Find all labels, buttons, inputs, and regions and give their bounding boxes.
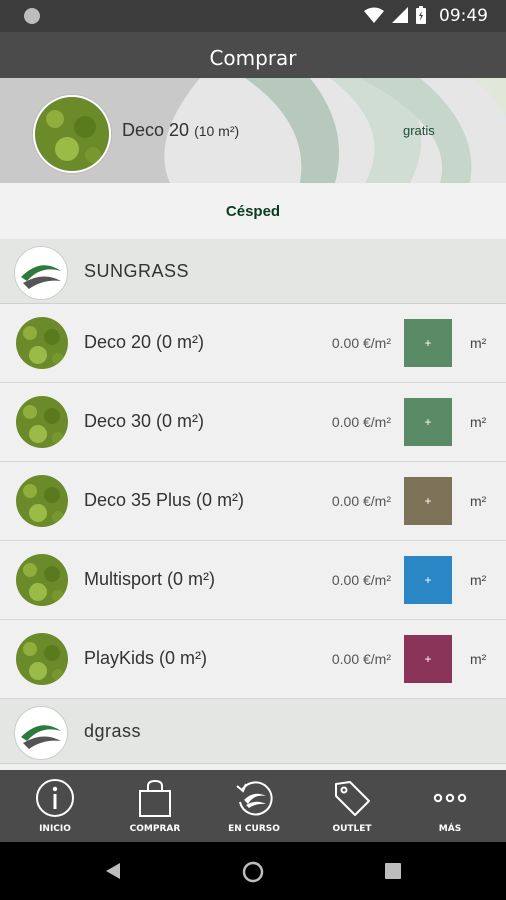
add-button[interactable]: + (404, 477, 452, 525)
product-thumbnail (16, 396, 68, 448)
product-unit: m² (470, 572, 487, 588)
add-button[interactable]: + (404, 319, 452, 367)
app-bar: Comprar (0, 32, 506, 78)
product-row: Deco 20 (0 m²) 0.00 €/m² + m² (0, 304, 506, 383)
product-row: Deco 35 Plus (0 m²) 0.00 €/m² + m² (0, 462, 506, 541)
product-thumbnail (33, 95, 111, 173)
wifi-icon (364, 7, 384, 23)
tab-label: COMPRAR (129, 824, 181, 834)
brand-header-dgrass[interactable]: dgrass (0, 699, 506, 764)
tab-mas[interactable]: MÁS (400, 770, 500, 842)
page-title: Comprar (209, 46, 297, 70)
tab-en-curso[interactable]: EN CURSO (204, 770, 304, 842)
tab-comprar[interactable]: COMPRAR (105, 770, 205, 842)
category-label: Césped (225, 203, 281, 220)
banner-price-note: gratis (403, 123, 435, 138)
clock: 09:49 (439, 6, 488, 26)
product-label: Multisport (0 m²) (84, 569, 216, 589)
shopping-bag-icon (139, 779, 171, 817)
banner-product-area: (10 m²) (194, 123, 240, 139)
signal-icon (392, 7, 408, 23)
product-label: Deco 20 (0 m²) (84, 332, 205, 352)
system-nav-bar (0, 842, 506, 900)
product-price: 0.00 €/m² (331, 651, 391, 667)
bottom-tab-bar: INICIO COMPRAR EN CURSO OUTLET MÁS (0, 770, 506, 842)
tab-outlet[interactable]: OUTLET (302, 770, 402, 842)
category-header[interactable]: Césped (0, 183, 506, 239)
brand-logo-icon (14, 706, 68, 760)
tab-label: EN CURSO (228, 824, 280, 834)
info-icon (36, 779, 74, 817)
brand-name: dgrass (84, 721, 142, 741)
product-row: Multisport (0 m²) 0.00 €/m² + m² (0, 541, 506, 620)
add-button[interactable]: + (404, 398, 452, 446)
product-label: PlayKids (0 m²) (84, 648, 208, 668)
product-unit: m² (470, 651, 487, 667)
product-unit: m² (470, 414, 487, 430)
tab-label: OUTLET (332, 824, 372, 834)
product-unit: m² (470, 493, 487, 509)
in-progress-icon (236, 781, 273, 816)
product-row: Deco 30 (0 m²) 0.00 €/m² + m² (0, 383, 506, 462)
product-price: 0.00 €/m² (331, 572, 391, 588)
banner-product-name: Deco 20 (122, 120, 190, 140)
status-bar: 09:49 (0, 0, 506, 32)
product-label: Deco 35 Plus (0 m²) (84, 490, 245, 510)
product-price: 0.00 €/m² (331, 493, 391, 509)
product-thumbnail (16, 317, 68, 369)
back-icon[interactable] (104, 862, 122, 880)
home-icon[interactable] (242, 861, 264, 883)
tab-inicio[interactable]: INICIO (5, 770, 105, 842)
product-price: 0.00 €/m² (331, 414, 391, 430)
brand-name: SUNGRASS (84, 261, 190, 281)
brand-logo-icon (14, 246, 68, 300)
battery-icon (416, 6, 426, 24)
more-dots-icon (433, 793, 467, 803)
notification-dot-icon (24, 8, 40, 24)
product-price: 0.00 €/m² (331, 335, 391, 351)
tab-label: MÁS (438, 824, 462, 834)
tab-label: INICIO (39, 824, 71, 834)
product-thumbnail (16, 475, 68, 527)
selected-product-banner: Deco 20 (10 m²) gratis (0, 78, 506, 183)
product-thumbnail (16, 554, 68, 606)
product-label: Deco 30 (0 m²) (84, 411, 205, 431)
product-thumbnail (16, 633, 68, 685)
recents-icon[interactable] (385, 863, 401, 879)
tag-icon (335, 781, 370, 816)
product-unit: m² (470, 335, 487, 351)
brand-header-sungrass[interactable]: SUNGRASS (0, 239, 506, 304)
add-button[interactable]: + (404, 556, 452, 604)
product-row: PlayKids (0 m²) 0.00 €/m² + m² (0, 620, 506, 699)
add-button[interactable]: + (404, 635, 452, 683)
